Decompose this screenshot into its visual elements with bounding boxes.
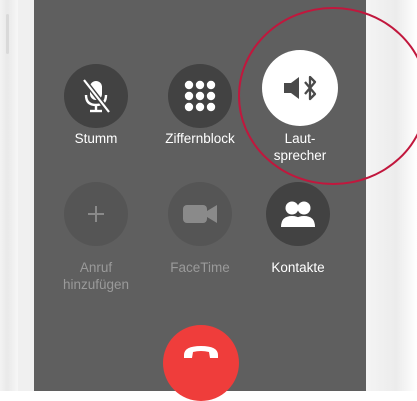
add-call-button[interactable] [64,182,128,246]
plus-icon [88,206,104,222]
phone-frame-right [366,0,417,391]
keypad-icon [184,80,216,112]
mute-button[interactable] [64,64,128,128]
video-camera-icon [183,205,217,223]
facetime-button[interactable] [168,182,232,246]
mute-label: Stumm [74,131,118,146]
end-call-button[interactable] [163,325,239,401]
contacts-button[interactable] [266,182,330,246]
phone-hang-up-icon [184,346,218,358]
contacts-label: Kontakte [271,260,325,275]
speaker-label: Laut- sprecher [273,131,327,163]
mute-microphone-icon [82,78,111,114]
phone-bezel [18,0,34,391]
contacts-icon [281,201,315,227]
add-call-label: Anruf hinzufügen [62,260,130,292]
speaker-button[interactable] [262,50,338,126]
keypad-button[interactable] [168,64,232,128]
bluetooth-speaker-icon [284,75,317,101]
phone-frame-edge [6,14,9,54]
phone-frame-left [0,0,18,391]
